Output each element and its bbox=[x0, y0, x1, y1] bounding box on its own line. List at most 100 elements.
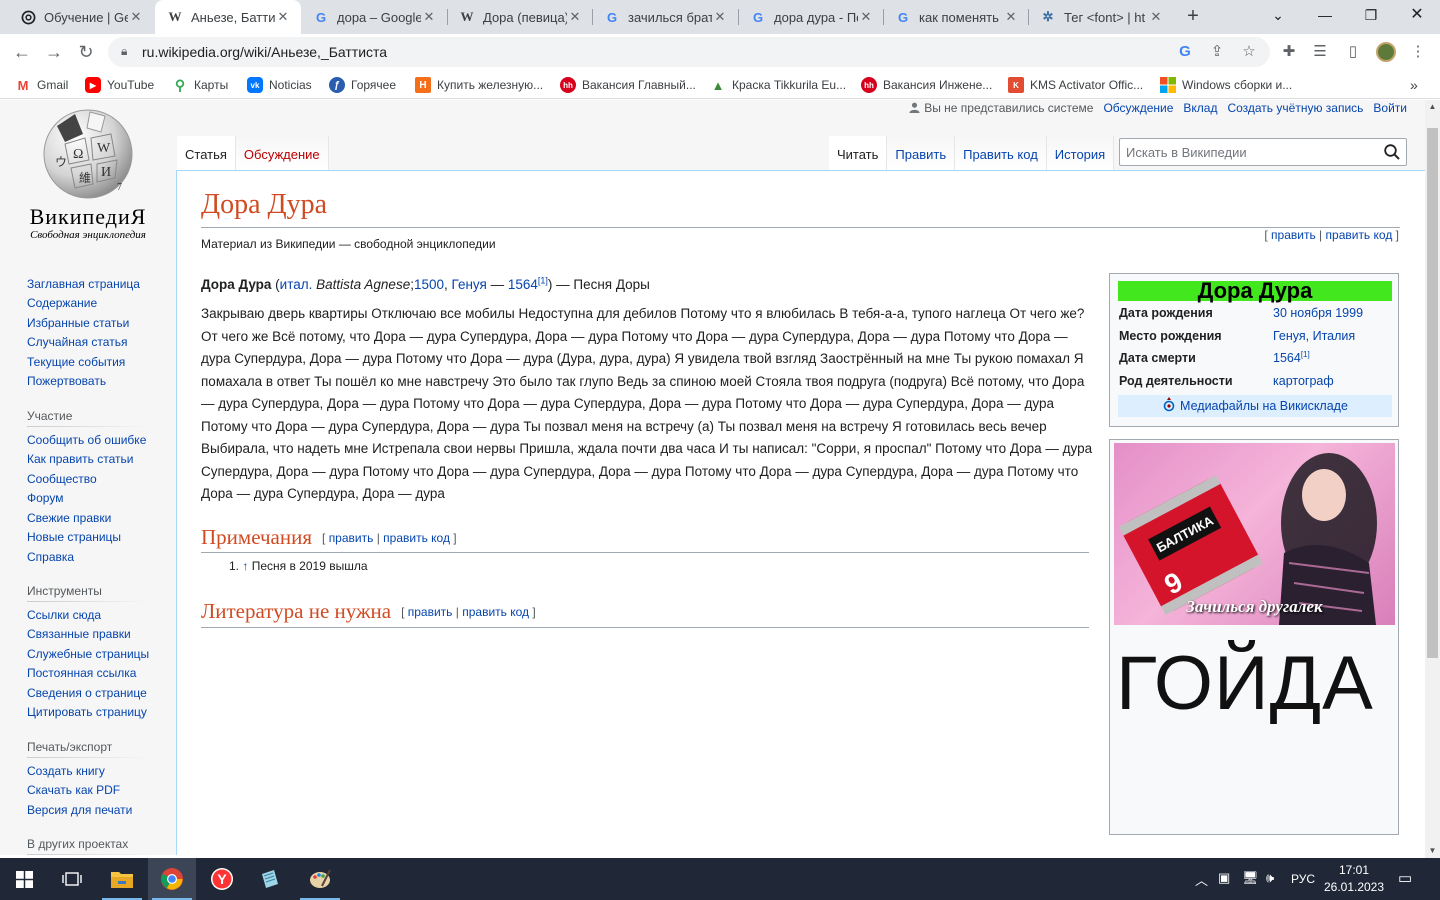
taskbar-clock[interactable]: 17:01 26.01.2023 bbox=[1320, 862, 1388, 896]
bookmark-windows[interactable]: Windows сборки и... bbox=[1160, 76, 1292, 94]
sidebar-item-download-pdf[interactable]: Скачать как PDF bbox=[27, 783, 120, 797]
ref-link[interactable]: [1] bbox=[538, 276, 548, 286]
close-icon[interactable]: ✕ bbox=[712, 9, 728, 25]
browser-tab[interactable]: G дора дура - По ✕ bbox=[738, 0, 884, 34]
browser-tab[interactable]: G дора – Google ✕ bbox=[301, 0, 447, 34]
edit-source-link[interactable]: править код bbox=[462, 605, 529, 619]
back-arrow-icon[interactable]: ← bbox=[8, 38, 36, 66]
sidebar-item-page-info[interactable]: Сведения о странице bbox=[27, 686, 147, 700]
bookmark-hh-2[interactable]: hh Вакансия Инжене... bbox=[861, 76, 992, 94]
death-year-link[interactable]: 1564 bbox=[508, 277, 538, 292]
bookmark-youtube[interactable]: ▶ YouTube bbox=[85, 76, 154, 94]
sidebar-item-featured[interactable]: Избранные статьи bbox=[27, 316, 129, 330]
edit-link[interactable]: править bbox=[1271, 228, 1316, 242]
bookmark-maps[interactable]: ⚲ Карты bbox=[172, 76, 228, 94]
close-icon[interactable]: ✕ bbox=[567, 9, 583, 25]
talk-link[interactable]: Обсуждение bbox=[1103, 101, 1173, 115]
browser-tab[interactable]: W Дора (певица) ✕ bbox=[447, 0, 593, 34]
sidebar-item-donate[interactable]: Пожертвовать bbox=[27, 374, 106, 388]
profile-avatar[interactable] bbox=[1376, 42, 1396, 62]
browser-tab-active[interactable]: W Аньезе, Баттис ✕ bbox=[155, 0, 301, 34]
login-link[interactable]: Войти bbox=[1373, 101, 1407, 115]
bookmark-gmail[interactable]: M Gmail bbox=[15, 76, 69, 94]
close-window-icon[interactable]: ✕ bbox=[1394, 0, 1440, 32]
restore-icon[interactable]: ❐ bbox=[1348, 0, 1394, 32]
tab-article[interactable]: Статья bbox=[177, 136, 236, 170]
browser-tab[interactable]: G как поменять ц ✕ bbox=[883, 0, 1029, 34]
close-icon[interactable]: ✕ bbox=[858, 9, 874, 25]
sidebar-item-forum[interactable]: Форум bbox=[27, 491, 63, 505]
reload-icon[interactable]: ↻ bbox=[72, 38, 100, 66]
reading-list-icon[interactable]: ☰ bbox=[1310, 42, 1330, 62]
infobox-value-birth-place[interactable]: Генуя, Италия bbox=[1273, 329, 1355, 343]
sidebar-item-contents[interactable]: Содержание bbox=[27, 296, 97, 310]
edit-source-link[interactable]: править код bbox=[1326, 228, 1393, 242]
scrollbar-thumb[interactable] bbox=[1427, 128, 1438, 658]
sidebar-item-what-links-here[interactable]: Ссылки сюда bbox=[27, 608, 101, 622]
poster-image[interactable]: БАЛТИКА 9 Зачилься другалек bbox=[1114, 443, 1395, 625]
notification-center-icon[interactable]: ▭ bbox=[1398, 869, 1412, 887]
browser-tab[interactable]: ✲ Тег <font> | ht ✕ bbox=[1028, 0, 1174, 34]
search-icon[interactable] bbox=[1383, 143, 1401, 161]
contributions-link[interactable]: Вклад bbox=[1183, 101, 1217, 115]
commons-link[interactable]: Медиафайлы на Викискладе bbox=[1118, 395, 1392, 417]
paint-app-icon[interactable] bbox=[296, 858, 344, 900]
sidebar-item-new-pages[interactable]: Новые страницы bbox=[27, 530, 121, 544]
edit-source-link[interactable]: править код bbox=[383, 531, 450, 545]
sidebar-item-create-book[interactable]: Создать книгу bbox=[27, 764, 105, 778]
minimize-icon[interactable]: — bbox=[1302, 0, 1348, 32]
network-icon[interactable]: 🖥︎ bbox=[1242, 870, 1259, 886]
sidebar-item-permanent-link[interactable]: Постоянная ссылка bbox=[27, 666, 136, 680]
close-icon[interactable]: ✕ bbox=[1003, 9, 1019, 25]
bookmark-hh-1[interactable]: hh Вакансия Главный... bbox=[560, 76, 696, 94]
edit-link[interactable]: править bbox=[408, 605, 453, 619]
create-account-link[interactable]: Создать учётную запись bbox=[1227, 101, 1363, 115]
tab-search-chevron-icon[interactable]: ⌄ bbox=[1255, 0, 1301, 32]
browser-tab[interactable]: G зачилься брату ✕ bbox=[592, 0, 738, 34]
sidebar-item-printable[interactable]: Версия для печати bbox=[27, 803, 132, 817]
extensions-puzzle-icon[interactable]: ✚ bbox=[1279, 42, 1299, 62]
side-panel-icon[interactable]: ▯ bbox=[1343, 42, 1363, 62]
sidebar-item-current-events[interactable]: Текущие события bbox=[27, 355, 125, 369]
file-explorer-icon[interactable] bbox=[98, 858, 146, 900]
birth-year-link[interactable]: 1500 bbox=[414, 277, 444, 292]
share-icon[interactable]: ⇪ bbox=[1208, 43, 1226, 61]
tab-edit-source[interactable]: Править код bbox=[955, 136, 1047, 170]
scroll-down-icon[interactable]: ▼ bbox=[1425, 844, 1440, 858]
google-translate-icon[interactable]: G bbox=[1176, 43, 1194, 61]
sidebar-item-how-to-edit[interactable]: Как править статьи bbox=[27, 452, 133, 466]
infobox-value-occupation[interactable]: картограф bbox=[1273, 374, 1334, 388]
close-icon[interactable]: ✕ bbox=[128, 9, 144, 25]
bookmark-leroy[interactable]: H Купить железную... bbox=[415, 76, 543, 94]
forward-arrow-icon[interactable]: → bbox=[40, 38, 68, 66]
sidebar-item-cite[interactable]: Цитировать страницу bbox=[27, 705, 147, 719]
edit-link[interactable]: править bbox=[329, 531, 374, 545]
start-windows-icon[interactable] bbox=[0, 858, 48, 900]
bookmarks-overflow-icon[interactable]: » bbox=[1410, 76, 1418, 94]
task-view-icon[interactable] bbox=[48, 858, 96, 900]
italian-link[interactable]: итал. bbox=[280, 277, 313, 292]
sidebar-item-recent-changes[interactable]: Свежие правки bbox=[27, 511, 111, 525]
bookmark-hot[interactable]: ƒ Горячее bbox=[329, 76, 396, 94]
bookmark-star-icon[interactable]: ☆ bbox=[1240, 43, 1258, 61]
sidebar-item-community[interactable]: Сообщество bbox=[27, 472, 97, 486]
birth-place-link[interactable]: Генуя bbox=[452, 277, 487, 292]
sidebar-item-related-changes[interactable]: Связанные правки bbox=[27, 627, 131, 641]
more-menu-icon[interactable]: ⋮ bbox=[1408, 42, 1428, 62]
volume-icon[interactable]: 🕪︎ bbox=[1266, 870, 1274, 886]
sidebar-item-random[interactable]: Случайная статья bbox=[27, 335, 127, 349]
tab-edit[interactable]: Править bbox=[887, 136, 956, 170]
address-bar[interactable]: 🔒︎ ru.wikipedia.org/wiki/Аньезе,_Баттист… bbox=[108, 37, 1270, 67]
ref-back-arrow-icon[interactable]: ↑ bbox=[242, 559, 248, 573]
page-scrollbar[interactable]: ▲ ▼ bbox=[1425, 100, 1440, 858]
new-tab-plus-icon[interactable]: + bbox=[1181, 4, 1205, 28]
close-icon[interactable]: ✕ bbox=[275, 9, 291, 25]
bookmark-noticias[interactable]: vk Noticias bbox=[247, 76, 312, 94]
tab-talk[interactable]: Обсуждение bbox=[235, 136, 329, 170]
sidebar-item-help[interactable]: Справка bbox=[27, 550, 74, 564]
tray-chevron-icon[interactable]: ︿ bbox=[1195, 870, 1208, 889]
infobox-value-death-date[interactable]: 1564[1] bbox=[1273, 350, 1310, 365]
scroll-up-icon[interactable]: ▲ bbox=[1425, 100, 1440, 114]
yandex-browser-icon[interactable]: Y bbox=[198, 858, 246, 900]
language-indicator[interactable]: РУС bbox=[1291, 872, 1315, 886]
